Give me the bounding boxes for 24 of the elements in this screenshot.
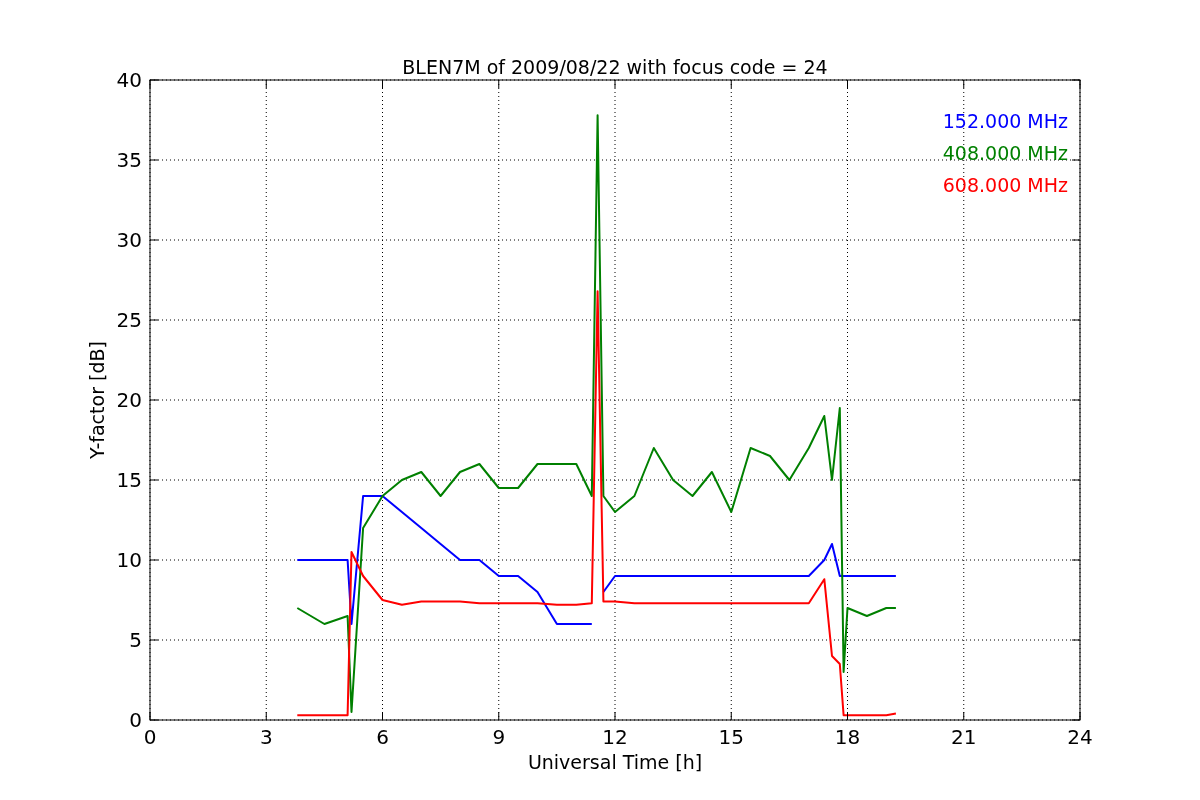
x-tick-label: 3	[259, 725, 273, 749]
y-tick-label: 15	[116, 468, 142, 492]
y-tick-label: 35	[116, 148, 142, 172]
y-tick-label: 40	[116, 68, 142, 92]
x-tick-label: 12	[602, 725, 628, 749]
y-axis-label: Y-factor [dB]	[86, 341, 108, 459]
x-tick-label: 15	[718, 725, 744, 749]
legend-label: 152.000 MHz	[942, 110, 1068, 132]
y-tick-label: 30	[116, 228, 142, 252]
x-tick-label: 21	[951, 725, 977, 749]
x-tick-label: 9	[492, 725, 506, 749]
y-tick-label: 0	[129, 708, 142, 732]
legend-label: 408.000 MHz	[942, 142, 1068, 164]
y-tick-label: 5	[129, 628, 142, 652]
x-tick-label: 18	[834, 725, 861, 749]
y-tick-label: 10	[116, 548, 142, 572]
y-tick-label: 25	[116, 308, 142, 332]
x-tick-label: 6	[376, 725, 389, 749]
legend-label: 608.000 MHz	[942, 174, 1068, 196]
x-axis-label: Universal Time [h]	[527, 751, 703, 773]
x-tick-label: 0	[143, 725, 157, 749]
y-tick-label: 20	[116, 388, 142, 412]
chart-title: BLEN7M of 2009/08/22 with focus code = 24	[402, 56, 828, 78]
x-tick-label: 24	[1067, 725, 1093, 749]
